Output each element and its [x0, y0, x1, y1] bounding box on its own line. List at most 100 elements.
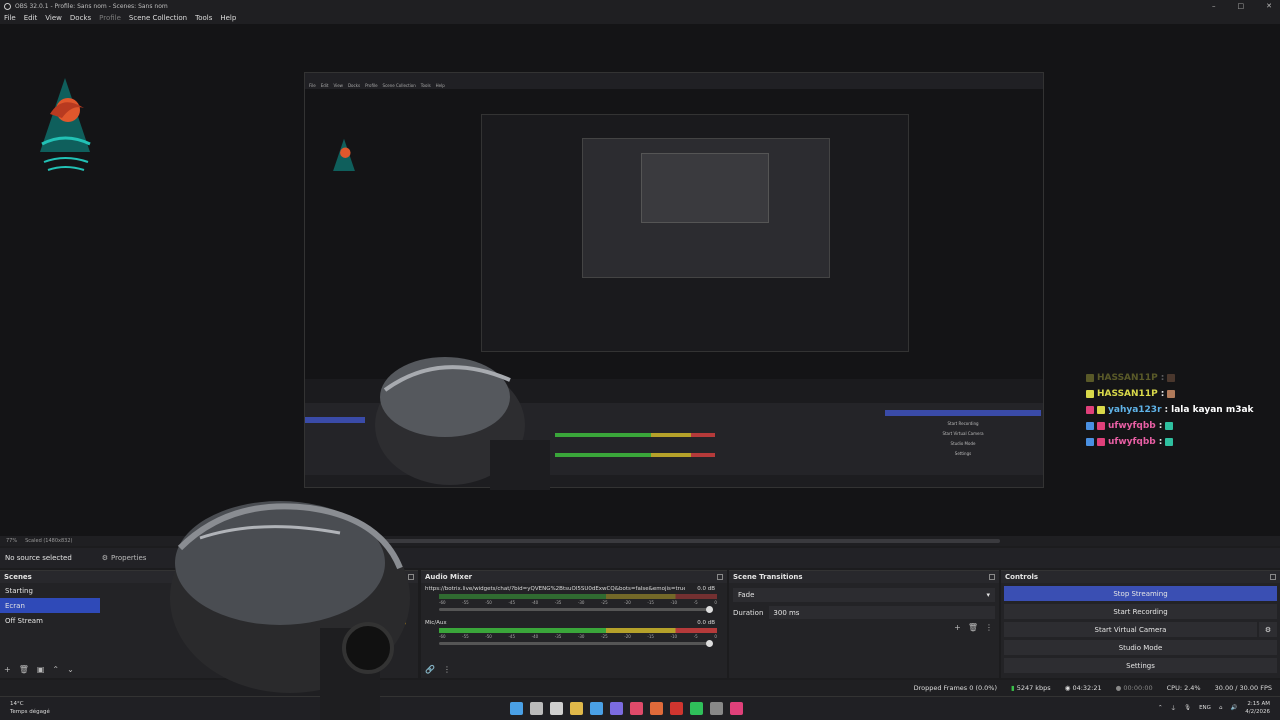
start-recording-button[interactable]: Start Recording	[1004, 604, 1277, 619]
move-up-icon[interactable]: ⌃	[52, 665, 59, 674]
language-indicator[interactable]: ENG	[1199, 705, 1211, 711]
app-icon[interactable]	[730, 702, 743, 715]
float-dock-icon[interactable]	[989, 574, 995, 580]
add-scene-icon[interactable]: +	[4, 665, 11, 674]
add-transition-icon[interactable]: +	[954, 623, 961, 632]
app-icon[interactable]	[670, 702, 683, 715]
recording-time: ● 00:00:00	[1116, 684, 1153, 692]
move-down-icon[interactable]: ⌄	[67, 665, 74, 674]
eye-icon[interactable]: 👁	[380, 616, 390, 625]
chat-message: yahya123r: lala kayan m3ak	[1086, 402, 1254, 418]
menu-help[interactable]: Help	[220, 14, 236, 22]
volume-slider[interactable]	[439, 606, 713, 613]
search-icon[interactable]	[530, 702, 543, 715]
float-dock-icon[interactable]	[717, 574, 723, 580]
filter-icon[interactable]: ▣	[37, 665, 45, 674]
task-view-icon[interactable]	[550, 702, 563, 715]
nested-meter	[555, 453, 715, 457]
volume-slider[interactable]	[439, 640, 713, 647]
nested-preview-level3	[582, 138, 830, 278]
preview-horizontal-scrollbar[interactable]	[350, 539, 1000, 543]
track-header: Mic/Aux 0.0 dB	[425, 620, 715, 626]
duration-input[interactable]: 300 ms	[769, 606, 995, 619]
nested-menu-item: Edit	[320, 82, 329, 88]
menu-tools[interactable]: Tools	[195, 14, 212, 22]
float-dock-icon[interactable]	[1270, 574, 1276, 580]
discord-icon[interactable]	[610, 702, 623, 715]
link-icon[interactable]: 🔗	[425, 665, 435, 674]
spotify-icon[interactable]	[690, 702, 703, 715]
obs-app-icon[interactable]	[710, 702, 723, 715]
volume-icon[interactable]: 🔊	[1230, 705, 1237, 711]
remove-transition-icon[interactable]: 🗑	[968, 623, 978, 632]
app-icon[interactable]	[630, 702, 643, 715]
nested-stop-streaming	[885, 410, 1041, 416]
maximize-icon[interactable]: □	[1238, 2, 1245, 10]
file-explorer-icon[interactable]	[570, 702, 583, 715]
store-icon[interactable]	[590, 702, 603, 715]
tick-label: -50	[485, 600, 492, 605]
studio-mode-button[interactable]: Studio Mode	[1004, 640, 1277, 655]
track-name: Mic/Aux	[425, 620, 447, 626]
transitions-header: Scene Transitions	[729, 571, 999, 583]
lock-icon[interactable]: 🔒	[398, 616, 408, 625]
chevron-up-icon[interactable]: ⌃	[1158, 705, 1163, 711]
menu-scene-collection[interactable]: Scene Collection	[129, 14, 187, 22]
menu-edit[interactable]: Edit	[24, 14, 38, 22]
chat-username: yahya123r	[1108, 405, 1162, 415]
properties-label: Properties	[111, 554, 147, 562]
chevron-down-icon: ▾	[986, 591, 990, 599]
stop-streaming-button[interactable]: Stop Streaming	[1004, 586, 1277, 601]
more-options-icon[interactable]: ⋮	[443, 665, 451, 674]
obs-logo-icon	[4, 2, 11, 10]
close-icon[interactable]: ✕	[1266, 2, 1272, 10]
eye-icon[interactable]: 👁	[380, 586, 390, 595]
nested-taskbar	[305, 475, 1043, 487]
gear-icon: ⚙	[101, 554, 109, 562]
chat-message: ufwyfqbb:	[1086, 434, 1254, 450]
stream-time: ◉ 04:32:21	[1065, 684, 1102, 692]
lock-icon[interactable]: 🔒	[398, 586, 408, 595]
chat-message: HASSAN11P:	[1086, 386, 1254, 402]
audio-track-browser: https://botrix.live/widgets/chat/?bid=yQ…	[421, 583, 727, 613]
brave-browser-icon[interactable]	[650, 702, 663, 715]
virtual-camera-settings-icon[interactable]: ⚙	[1259, 622, 1277, 637]
start-menu-icon[interactable]	[510, 702, 523, 715]
chat-separator: :	[1158, 437, 1163, 447]
menu-profile[interactable]: Profile	[99, 14, 121, 22]
nested-preview	[305, 89, 1043, 379]
taskbar-apps	[510, 702, 743, 715]
tick-label: -35	[554, 600, 562, 605]
remove-scene-icon[interactable]: 🗑	[19, 665, 29, 674]
menu-file[interactable]: File	[4, 14, 16, 22]
more-options-icon[interactable]: ⋮	[985, 623, 993, 632]
settings-button[interactable]: Settings	[1004, 658, 1277, 673]
microphone-icon[interactable]: 🎙	[1184, 705, 1191, 711]
scene-item-starting[interactable]: Starting 👁 🔒	[0, 583, 418, 598]
zoom-level[interactable]: 77%	[6, 538, 17, 544]
scene-item-off-stream[interactable]: Off Stream 👁 🔒	[0, 613, 418, 628]
start-virtual-camera-button[interactable]: Start Virtual Camera	[1004, 622, 1257, 637]
float-dock-icon[interactable]	[408, 574, 414, 580]
chat-overlay: HASSAN11P: HASSAN11P: yahya123r: lala ka…	[1086, 370, 1254, 450]
controls-header: Controls	[1001, 571, 1280, 583]
properties-button[interactable]: ⚙ Properties	[102, 554, 147, 562]
chat-username: HASSAN11P	[1097, 389, 1158, 399]
transition-select[interactable]: Fade ▾	[733, 588, 995, 602]
network-icon[interactable]: ⌂	[1219, 705, 1223, 711]
duration-row: Duration 300 ms	[733, 606, 995, 619]
minimize-icon[interactable]: –	[1212, 2, 1216, 10]
tick-label: -20	[624, 600, 631, 605]
source-toolbar: No source selected ⚙ Properties	[0, 548, 1280, 568]
tick-label: -20	[624, 634, 631, 639]
clock[interactable]: 2:15 AM 4/2/2026	[1245, 700, 1270, 716]
menu-view[interactable]: View	[45, 14, 62, 22]
preview-canvas[interactable]: File Edit View Docks Profile Scene Colle…	[0, 24, 1280, 536]
clock-date: 4/2/2026	[1245, 709, 1270, 715]
scaled-resolution: Scaled (1480x832)	[25, 538, 73, 544]
scene-item-ecran[interactable]: Ecran	[0, 598, 100, 613]
transition-actions: + 🗑 ⋮	[954, 623, 993, 632]
weather-widget[interactable]: 14°C Temps dégagé	[10, 700, 50, 716]
usb-icon[interactable]: ⏚	[1171, 704, 1177, 712]
menu-docks[interactable]: Docks	[70, 14, 91, 22]
